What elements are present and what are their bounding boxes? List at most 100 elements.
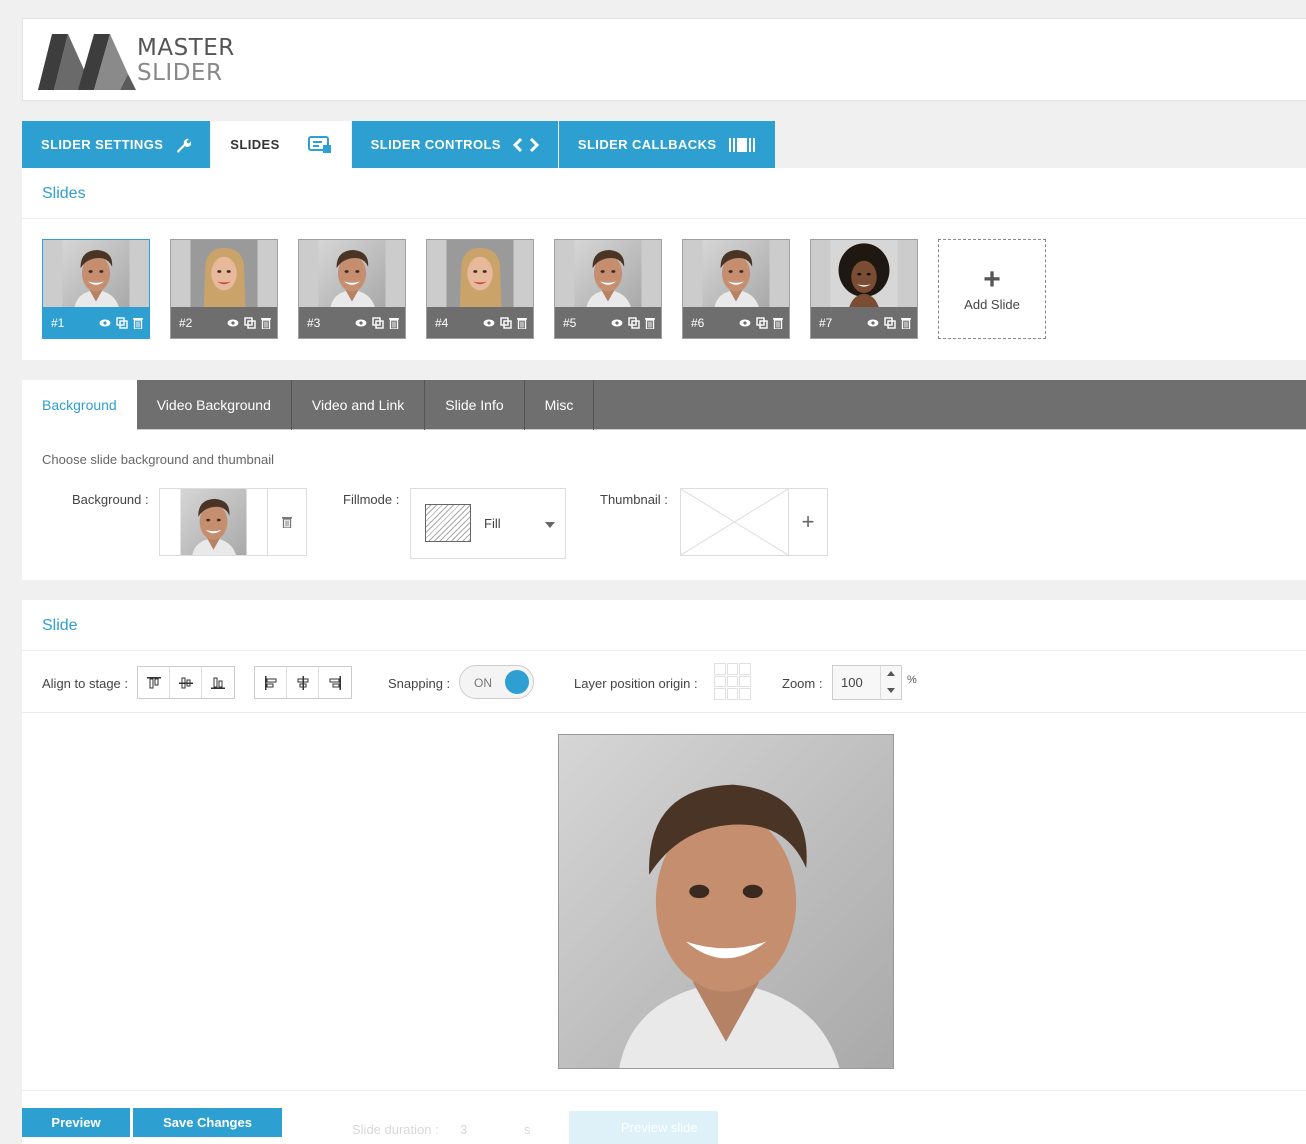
thumbnail-label: Thumbnail : bbox=[600, 492, 668, 507]
logo-text: MASTER SLIDER bbox=[137, 36, 235, 86]
slide-image bbox=[171, 240, 277, 307]
slide-tools bbox=[739, 316, 783, 329]
align-top-icon bbox=[146, 676, 161, 688]
tab-video-background[interactable]: Video Background bbox=[137, 380, 292, 430]
align-left-button[interactable] bbox=[255, 667, 287, 698]
align-middle-icon bbox=[178, 677, 193, 688]
slide-thumb-1[interactable]: #1 bbox=[42, 239, 150, 339]
duplicate-icon[interactable] bbox=[116, 316, 128, 329]
arrow-up-icon[interactable] bbox=[887, 671, 895, 676]
slide-thumb-bar: #1 bbox=[43, 307, 149, 338]
slide-thumb-bar: #7 bbox=[811, 307, 917, 338]
background-help-text: Choose slide background and thumbnail bbox=[42, 452, 274, 467]
plus-icon: + bbox=[983, 262, 1001, 296]
main-tabs: SLIDER SETTINGS SLIDES SLIDER CONTROLS S… bbox=[22, 121, 776, 168]
eye-icon[interactable] bbox=[739, 319, 751, 327]
horizontal-align-group bbox=[254, 666, 352, 699]
tab-video-and-link[interactable]: Video and Link bbox=[292, 380, 426, 430]
align-middle-button[interactable] bbox=[170, 667, 202, 698]
duplicate-icon[interactable] bbox=[500, 316, 512, 329]
slide-image bbox=[43, 240, 149, 307]
align-bottom-button[interactable] bbox=[202, 667, 234, 698]
snapping-label: Snapping : bbox=[388, 676, 451, 691]
tab-slide-info[interactable]: Slide Info bbox=[425, 380, 525, 430]
slide-image bbox=[299, 240, 405, 307]
trash-icon[interactable] bbox=[645, 317, 655, 329]
slide-image bbox=[555, 240, 661, 307]
align-right-button[interactable] bbox=[319, 667, 351, 698]
slide-thumb-3[interactable]: #3 bbox=[298, 239, 406, 339]
stage-preview-image[interactable] bbox=[558, 734, 894, 1069]
slide-tools bbox=[227, 316, 271, 329]
duplicate-icon[interactable] bbox=[884, 316, 896, 329]
eye-icon[interactable] bbox=[483, 319, 495, 327]
slide-title: Slide bbox=[22, 600, 1306, 651]
align-to-stage-label: Align to stage : bbox=[42, 676, 128, 691]
slide-number: #5 bbox=[563, 315, 577, 330]
eye-icon[interactable] bbox=[611, 319, 623, 327]
save-changes-button[interactable]: Save Changes bbox=[133, 1108, 282, 1137]
slide-number: #2 bbox=[179, 315, 193, 330]
layer-origin-picker[interactable] bbox=[714, 663, 751, 700]
tab-label: SLIDER CALLBACKS bbox=[577, 137, 717, 152]
slide-options-panel: Background Video Background Video and Li… bbox=[22, 380, 1306, 580]
wrench-icon bbox=[175, 137, 192, 153]
slide-thumb-5[interactable]: #5 bbox=[554, 239, 662, 339]
slide-image bbox=[811, 240, 917, 307]
zoom-unit: % bbox=[907, 674, 917, 686]
align-center-icon bbox=[297, 675, 308, 690]
trash-icon[interactable] bbox=[773, 317, 783, 329]
preview-button[interactable]: Preview bbox=[22, 1108, 130, 1137]
thumbnail-picker[interactable]: + bbox=[680, 488, 828, 556]
toggle-knob bbox=[505, 670, 529, 694]
align-center-button[interactable] bbox=[287, 667, 319, 698]
trash-icon[interactable] bbox=[389, 317, 399, 329]
fillmode-value: Fill bbox=[484, 516, 501, 531]
slide-duration-input[interactable]: 3 bbox=[460, 1122, 467, 1137]
slide-thumb-6[interactable]: #6 bbox=[682, 239, 790, 339]
tab-misc[interactable]: Misc bbox=[525, 380, 595, 430]
slide-tools bbox=[99, 316, 143, 329]
slide-thumb-bar: #5 bbox=[555, 307, 661, 338]
duplicate-icon[interactable] bbox=[756, 316, 768, 329]
trash-icon[interactable] bbox=[901, 317, 911, 329]
slide-thumb-2[interactable]: #2 bbox=[170, 239, 278, 339]
slide-stage-panel: Slide Align to stage : Snapping : ON Lay… bbox=[22, 600, 1306, 1144]
trash-icon[interactable] bbox=[261, 317, 271, 329]
tab-slider-callbacks[interactable]: SLIDER CALLBACKS bbox=[558, 121, 776, 168]
background-picker[interactable] bbox=[159, 488, 307, 556]
fillmode-select[interactable]: Fill bbox=[410, 488, 566, 559]
arrows-icon bbox=[512, 137, 539, 153]
tab-slider-settings[interactable]: SLIDER SETTINGS bbox=[22, 121, 211, 168]
duplicate-icon[interactable] bbox=[244, 316, 256, 329]
slide-thumb-7[interactable]: #7 bbox=[810, 239, 918, 339]
duplicate-icon[interactable] bbox=[628, 316, 640, 329]
arrow-down-icon[interactable] bbox=[887, 688, 895, 693]
duplicate-icon[interactable] bbox=[372, 316, 384, 329]
eye-icon[interactable] bbox=[867, 319, 879, 327]
trash-icon[interactable] bbox=[133, 317, 143, 329]
eye-icon[interactable] bbox=[99, 319, 111, 327]
sub-tabs: Background Video Background Video and Li… bbox=[22, 380, 1306, 430]
eye-icon[interactable] bbox=[355, 319, 367, 327]
snapping-toggle[interactable]: ON bbox=[459, 665, 534, 699]
add-slide-button[interactable]: + Add Slide bbox=[938, 239, 1046, 339]
align-top-button[interactable] bbox=[138, 667, 170, 698]
trash-icon[interactable] bbox=[517, 317, 527, 329]
slide-thumb-4[interactable]: #4 bbox=[426, 239, 534, 339]
slide-number: #7 bbox=[819, 315, 833, 330]
remove-background-button[interactable] bbox=[267, 489, 306, 555]
tab-background[interactable]: Background bbox=[22, 380, 137, 430]
preview-slide-button[interactable]: Preview slide bbox=[569, 1111, 718, 1144]
slide-number: #3 bbox=[307, 315, 321, 330]
tab-slider-controls[interactable]: SLIDER CONTROLS bbox=[351, 121, 558, 168]
tab-slides[interactable]: SLIDES bbox=[211, 121, 351, 168]
slide-number: #4 bbox=[435, 315, 449, 330]
add-thumbnail-button[interactable]: + bbox=[788, 489, 827, 555]
zoom-stepper[interactable] bbox=[880, 665, 902, 700]
trash-icon bbox=[282, 517, 292, 528]
eye-icon[interactable] bbox=[227, 319, 239, 327]
callbacks-icon bbox=[728, 137, 756, 153]
align-right-icon bbox=[329, 675, 341, 690]
snapping-state: ON bbox=[474, 676, 492, 690]
